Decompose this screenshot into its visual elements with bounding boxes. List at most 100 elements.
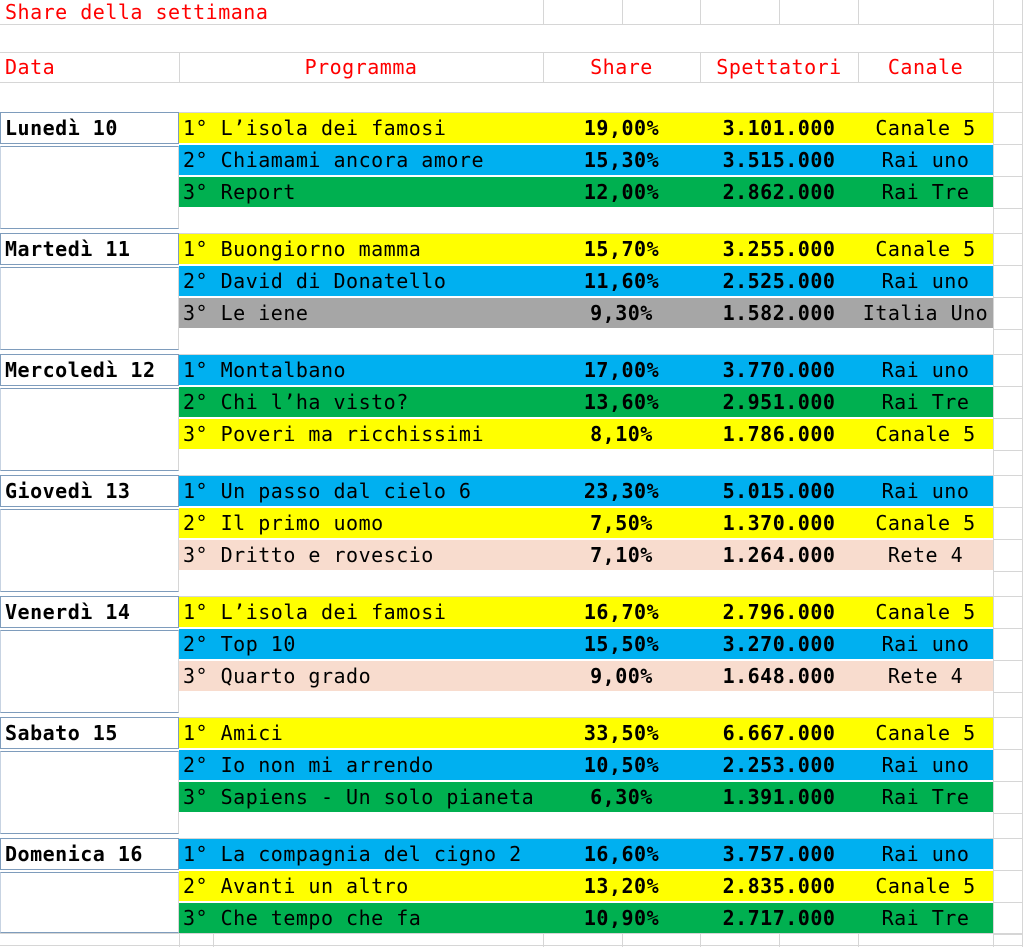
header-spettatori[interactable]: Spettatori	[700, 52, 858, 82]
program-name-cell[interactable]: 1° L’isola dei famosi	[183, 597, 446, 627]
channel-name-cell[interactable]: Rai Tre	[858, 782, 993, 812]
program-name-cell[interactable]: 1° Montalbano	[183, 355, 346, 385]
viewers-value-cell[interactable]: 2.253.000	[700, 750, 858, 780]
channel-name-cell[interactable]: Rai uno	[858, 629, 993, 659]
viewers-value-cell[interactable]: 1.391.000	[700, 782, 858, 812]
viewers-value-cell[interactable]: 3.255.000	[700, 234, 858, 264]
program-name-cell[interactable]: 2° Avanti un altro	[183, 871, 409, 901]
date-cell[interactable]: Lunedì 10	[0, 112, 179, 144]
share-value-cell[interactable]: 16,60%	[543, 839, 700, 869]
channel-name-cell[interactable]: Rai Tre	[858, 387, 993, 417]
empty-date-cell[interactable]	[0, 267, 179, 350]
channel-name-cell[interactable]: Italia Uno	[858, 298, 993, 328]
viewers-value-cell[interactable]: 1.786.000	[700, 419, 858, 449]
date-cell[interactable]: Giovedì 13	[0, 475, 179, 507]
date-cell[interactable]: Domenica 16	[0, 838, 179, 870]
program-name-cell[interactable]: 2° Top 10	[183, 629, 296, 659]
share-value-cell[interactable]: 11,60%	[543, 266, 700, 296]
empty-date-cell[interactable]	[0, 509, 179, 592]
share-value-cell[interactable]: 7,50%	[543, 508, 700, 538]
channel-name-cell[interactable]: Rete 4	[858, 661, 993, 691]
share-value-cell[interactable]: 15,30%	[543, 145, 700, 175]
share-value-cell[interactable]: 8,10%	[543, 419, 700, 449]
channel-name-cell[interactable]: Rai uno	[858, 266, 993, 296]
viewers-value-cell[interactable]: 3.101.000	[700, 113, 858, 143]
date-cell[interactable]: Martedì 11	[0, 233, 179, 265]
program-name-cell[interactable]: 3° Sapiens - Un solo pianeta	[183, 782, 534, 812]
program-name-cell[interactable]: 1° L’isola dei famosi	[183, 113, 446, 143]
channel-name-cell[interactable]: Canale 5	[858, 718, 993, 748]
share-value-cell[interactable]: 15,70%	[543, 234, 700, 264]
share-value-cell[interactable]: 12,00%	[543, 177, 700, 207]
channel-name-cell[interactable]: Canale 5	[858, 419, 993, 449]
share-value-cell[interactable]: 13,60%	[543, 387, 700, 417]
channel-name-cell[interactable]: Canale 5	[858, 113, 993, 143]
viewers-value-cell[interactable]: 2.525.000	[700, 266, 858, 296]
viewers-value-cell[interactable]: 1.582.000	[700, 298, 858, 328]
share-value-cell[interactable]: 17,00%	[543, 355, 700, 385]
program-name-cell[interactable]: 3° Poveri ma ricchissimi	[183, 419, 484, 449]
viewers-value-cell[interactable]: 3.770.000	[700, 355, 858, 385]
date-cell[interactable]: Sabato 15	[0, 717, 179, 749]
share-value-cell[interactable]: 9,00%	[543, 661, 700, 691]
channel-name-cell[interactable]: Canale 5	[858, 597, 993, 627]
viewers-value-cell[interactable]: 3.757.000	[700, 839, 858, 869]
viewers-value-cell[interactable]: 3.270.000	[700, 629, 858, 659]
program-name-cell[interactable]: 2° David di Donatello	[183, 266, 446, 296]
empty-date-cell[interactable]	[0, 630, 179, 713]
channel-name-cell[interactable]: Canale 5	[858, 234, 993, 264]
program-name-cell[interactable]: 1° Amici	[183, 718, 283, 748]
channel-name-cell[interactable]: Rai uno	[858, 750, 993, 780]
empty-date-cell[interactable]	[0, 751, 179, 834]
program-name-cell[interactable]: 2° Chiamami ancora amore	[183, 145, 484, 175]
program-name-cell[interactable]: 2° Io non mi arrendo	[183, 750, 434, 780]
share-value-cell[interactable]: 16,70%	[543, 597, 700, 627]
header-data[interactable]: Data	[5, 52, 175, 82]
viewers-value-cell[interactable]: 3.515.000	[700, 145, 858, 175]
share-value-cell[interactable]: 23,30%	[543, 476, 700, 506]
share-value-cell[interactable]: 13,20%	[543, 871, 700, 901]
share-value-cell[interactable]: 10,50%	[543, 750, 700, 780]
program-name-cell[interactable]: 1° Buongiorno mamma	[183, 234, 421, 264]
sheet-title[interactable]: Share della settimana	[5, 0, 268, 24]
program-name-cell[interactable]: 1° Un passo dal cielo 6	[183, 476, 471, 506]
share-value-cell[interactable]: 10,90%	[543, 903, 700, 933]
viewers-value-cell[interactable]: 5.015.000	[700, 476, 858, 506]
program-name-cell[interactable]: 3° Report	[183, 177, 296, 207]
viewers-value-cell[interactable]: 1.264.000	[700, 540, 858, 570]
share-value-cell[interactable]: 9,30%	[543, 298, 700, 328]
viewers-value-cell[interactable]: 1.370.000	[700, 508, 858, 538]
viewers-value-cell[interactable]: 1.648.000	[700, 661, 858, 691]
date-cell[interactable]: Mercoledì 12	[0, 354, 179, 386]
program-name-cell[interactable]: 1° La compagnia del cigno 2	[183, 839, 522, 869]
empty-date-cell[interactable]	[0, 872, 179, 933]
channel-name-cell[interactable]: Canale 5	[858, 508, 993, 538]
program-name-cell[interactable]: 2° Il primo uomo	[183, 508, 384, 538]
share-value-cell[interactable]: 19,00%	[543, 113, 700, 143]
program-name-cell[interactable]: 3° Dritto e rovescio	[183, 540, 434, 570]
channel-name-cell[interactable]: Rai uno	[858, 145, 993, 175]
share-value-cell[interactable]: 33,50%	[543, 718, 700, 748]
program-name-cell[interactable]: 3° Che tempo che fa	[183, 903, 421, 933]
date-cell[interactable]: Venerdì 14	[0, 596, 179, 628]
channel-name-cell[interactable]: Rete 4	[858, 540, 993, 570]
share-value-cell[interactable]: 6,30%	[543, 782, 700, 812]
channel-name-cell[interactable]: Rai uno	[858, 476, 993, 506]
share-value-cell[interactable]: 15,50%	[543, 629, 700, 659]
channel-name-cell[interactable]: Rai uno	[858, 355, 993, 385]
viewers-value-cell[interactable]: 2.951.000	[700, 387, 858, 417]
header-programma[interactable]: Programma	[179, 52, 543, 82]
channel-name-cell[interactable]: Rai uno	[858, 839, 993, 869]
share-value-cell[interactable]: 7,10%	[543, 540, 700, 570]
channel-name-cell[interactable]: Canale 5	[858, 871, 993, 901]
viewers-value-cell[interactable]: 6.667.000	[700, 718, 858, 748]
viewers-value-cell[interactable]: 2.862.000	[700, 177, 858, 207]
empty-date-cell[interactable]	[0, 146, 179, 229]
program-name-cell[interactable]: 3° Le iene	[183, 298, 308, 328]
header-share[interactable]: Share	[543, 52, 700, 82]
viewers-value-cell[interactable]: 2.796.000	[700, 597, 858, 627]
empty-date-cell[interactable]	[0, 388, 179, 471]
channel-name-cell[interactable]: Rai Tre	[858, 177, 993, 207]
viewers-value-cell[interactable]: 2.835.000	[700, 871, 858, 901]
channel-name-cell[interactable]: Rai Tre	[858, 903, 993, 933]
